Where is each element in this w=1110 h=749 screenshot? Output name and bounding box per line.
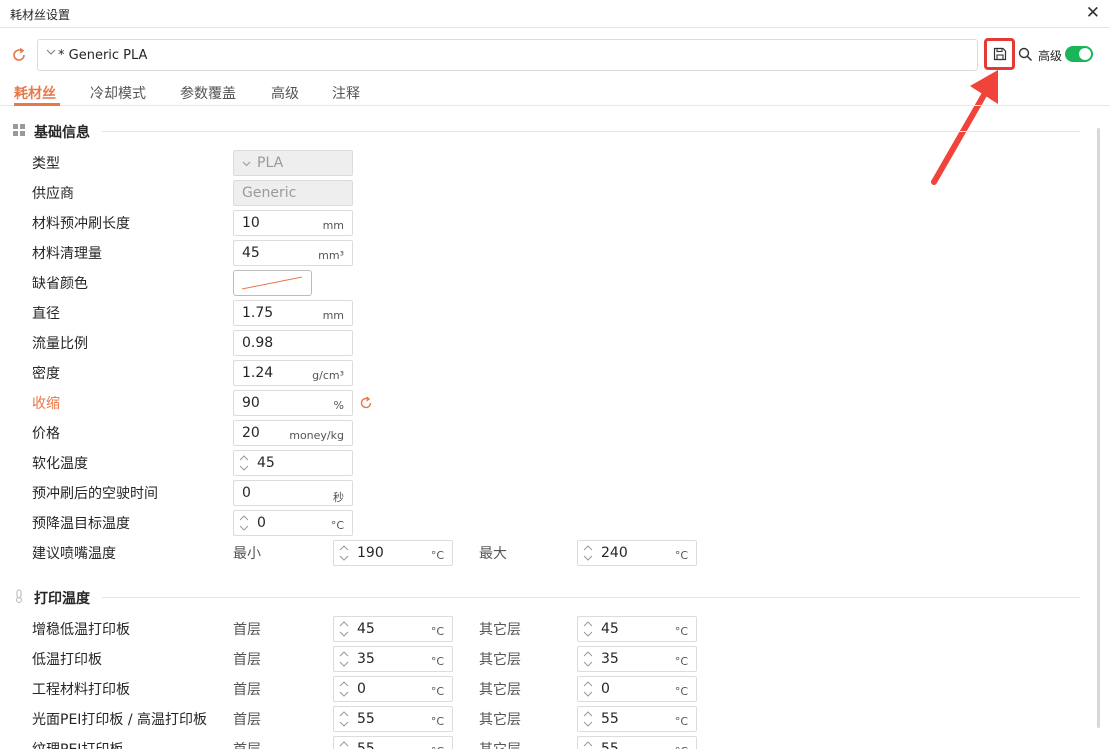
idle-time-input[interactable]: 0 秒 <box>233 480 353 506</box>
bed-type-label: 工程材料打印板 <box>32 682 130 698</box>
cooldown-target-label: 预降温目标温度 <box>32 516 130 532</box>
search-icon[interactable] <box>1018 47 1033 62</box>
vendor-label: 供应商 <box>32 186 74 202</box>
flow-ratio-label: 流量比例 <box>32 336 88 352</box>
reset-icon[interactable] <box>359 396 373 410</box>
min-label: 最小 <box>233 546 261 562</box>
preset-value: * Generic PLA <box>58 48 148 63</box>
cost-input[interactable]: 20 money/kg <box>233 420 353 446</box>
tab-overrides[interactable]: 参数覆盖 <box>180 83 236 103</box>
cost-label: 价格 <box>32 426 60 442</box>
preset-select[interactable]: * Generic PLA <box>37 39 978 71</box>
max-label: 最大 <box>479 546 507 562</box>
advanced-label: 高级 <box>1038 49 1063 63</box>
toggle-knob <box>1079 48 1091 60</box>
diameter-input[interactable]: 1.75 mm <box>233 300 353 326</box>
idle-time-label: 预冲刷后的空驶时间 <box>32 486 158 502</box>
spinner-icon[interactable] <box>582 619 594 639</box>
other-layers-label: 其它层 <box>479 739 521 749</box>
first-layer-temp-stepper[interactable]: 55°C <box>333 736 453 749</box>
bed-type-label: 光面PEI打印板 / 高温打印板 <box>32 712 208 728</box>
prime-length-label: 材料预冲刷长度 <box>32 216 130 232</box>
grid-icon <box>13 124 25 136</box>
shrinkage-input[interactable]: 90 % <box>233 390 353 416</box>
chevron-down-icon <box>242 161 251 167</box>
close-icon[interactable]: ✕ <box>1086 3 1100 23</box>
chevron-down-icon <box>46 49 56 55</box>
section-divider <box>102 131 1080 132</box>
tab-advanced[interactable]: 高级 <box>271 83 299 103</box>
softening-temp-label: 软化温度 <box>32 456 88 472</box>
prime-length-input[interactable]: 10 mm <box>233 210 353 236</box>
other-layers-label: 其它层 <box>479 682 521 698</box>
diameter-label: 直径 <box>32 306 60 322</box>
spinner-icon[interactable] <box>338 619 350 639</box>
section-title: 打印温度 <box>34 591 90 607</box>
section-title: 基础信息 <box>34 125 90 141</box>
section-divider <box>102 597 1080 598</box>
density-label: 密度 <box>32 366 60 382</box>
first-layer-temp-stepper[interactable]: 45 °C <box>333 616 453 642</box>
softening-temp-stepper[interactable]: 45 <box>233 450 353 476</box>
other-layers-label: 其它层 <box>479 622 521 638</box>
type-label: 类型 <box>32 156 60 172</box>
spinner-icon[interactable] <box>338 679 350 699</box>
spinner-icon[interactable] <box>338 739 350 749</box>
empty-color-swatch <box>241 276 303 290</box>
first-layer-label: 首层 <box>233 682 261 698</box>
first-layer-label: 首层 <box>233 652 261 668</box>
reset-icon[interactable] <box>10 46 28 64</box>
type-select[interactable]: PLA <box>233 150 353 176</box>
prime-volume-input[interactable]: 45 mm³ <box>233 240 353 266</box>
nozzle-temp-min-stepper[interactable]: 190 °C <box>333 540 453 566</box>
spinner-icon[interactable] <box>338 543 350 563</box>
default-color-label: 缺省颜色 <box>32 276 88 292</box>
scrollbar[interactable] <box>1097 128 1100 728</box>
active-tab-indicator <box>14 103 60 106</box>
spinner-icon[interactable] <box>582 543 594 563</box>
other-layers-label: 其它层 <box>479 652 521 668</box>
other-layers-temp-stepper[interactable]: 45 °C <box>577 616 697 642</box>
first-layer-label: 首层 <box>233 622 261 638</box>
advanced-toggle[interactable] <box>1065 46 1093 62</box>
tab-filament[interactable]: 耗材丝 <box>14 83 56 103</box>
cooldown-target-stepper[interactable]: 0 °C <box>233 510 353 536</box>
spinner-icon[interactable] <box>582 739 594 749</box>
shrinkage-label: 收缩 <box>32 396 60 412</box>
spinner-icon[interactable] <box>582 709 594 729</box>
spinner-icon[interactable] <box>238 513 250 533</box>
tab-notes[interactable]: 注释 <box>332 83 360 103</box>
nozzle-temp-max-stepper[interactable]: 240 °C <box>577 540 697 566</box>
thermometer-icon <box>15 589 23 603</box>
spinner-icon[interactable] <box>582 649 594 669</box>
other-layers-temp-stepper[interactable]: 0 °C <box>577 676 697 702</box>
nozzle-temp-label: 建议喷嘴温度 <box>32 546 116 562</box>
default-color-button[interactable] <box>233 270 312 296</box>
bed-type-label: 低温打印板 <box>32 652 102 668</box>
first-layer-temp-stepper[interactable]: 35 °C <box>333 646 453 672</box>
tab-bar: 耗材丝 冷却模式 参数覆盖 高级 注释 <box>0 80 1110 106</box>
title-bar: 耗材丝设置 ✕ <box>0 0 1110 28</box>
first-layer-label: 首层 <box>233 739 261 749</box>
other-layers-temp-stepper[interactable]: 55°C <box>577 736 697 749</box>
flow-ratio-input[interactable]: 0.98 <box>233 330 353 356</box>
other-layers-temp-stepper[interactable]: 55°C <box>577 706 697 732</box>
first-layer-label: 首层 <box>233 712 261 728</box>
vendor-field[interactable]: Generic <box>233 180 353 206</box>
bed-type-label: 纹理PEI打印板 <box>32 739 123 749</box>
first-layer-temp-stepper[interactable]: 55°C <box>333 706 453 732</box>
save-icon <box>993 47 1007 61</box>
first-layer-temp-stepper[interactable]: 0 °C <box>333 676 453 702</box>
prime-volume-label: 材料清理量 <box>32 246 102 262</box>
tab-cooling[interactable]: 冷却模式 <box>90 83 146 103</box>
spinner-icon[interactable] <box>582 679 594 699</box>
spinner-icon[interactable] <box>338 649 350 669</box>
bed-type-label: 增稳低温打印板 <box>32 622 130 638</box>
other-layers-label: 其它层 <box>479 712 521 728</box>
window-title: 耗材丝设置 <box>10 8 71 22</box>
spinner-icon[interactable] <box>338 709 350 729</box>
density-input[interactable]: 1.24 g/cm³ <box>233 360 353 386</box>
other-layers-temp-stepper[interactable]: 35 °C <box>577 646 697 672</box>
spinner-icon[interactable] <box>238 453 250 473</box>
